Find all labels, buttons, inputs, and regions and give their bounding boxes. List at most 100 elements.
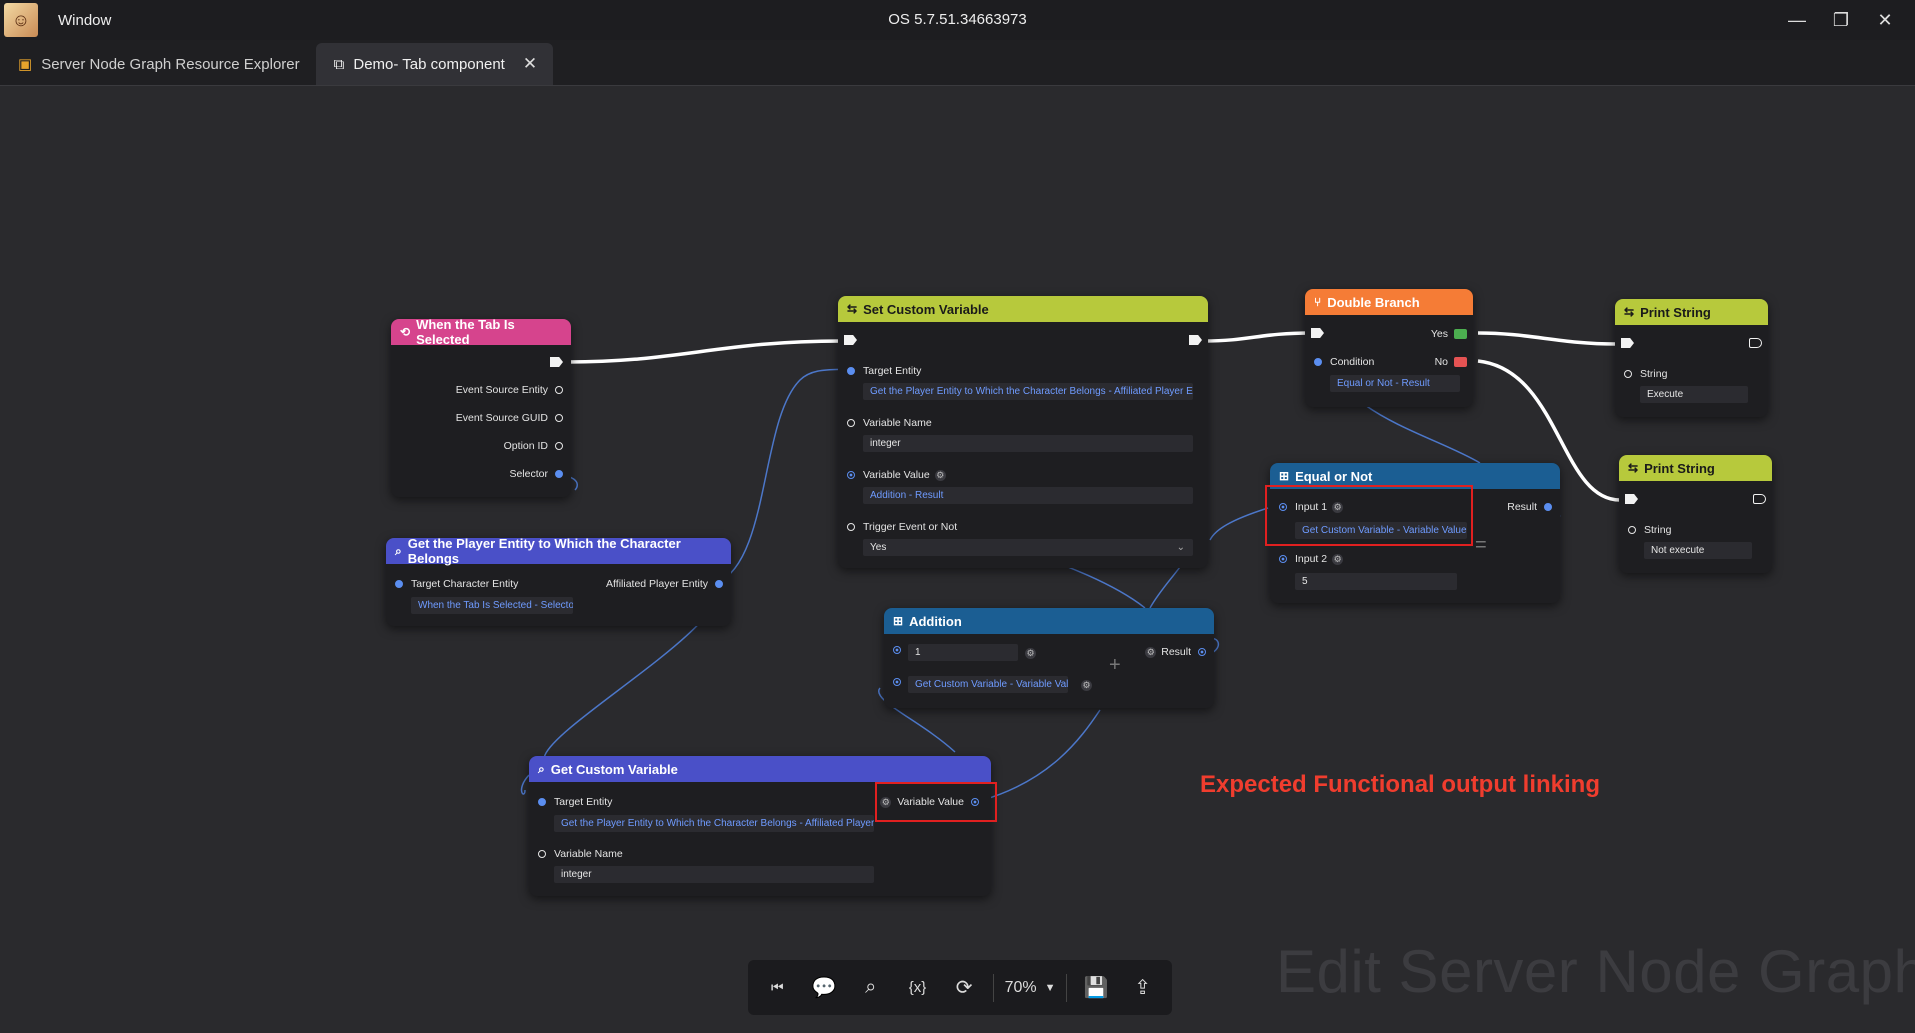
node-set-custom-variable[interactable]: ⇆ Set Custom Variable Target Entity Get … bbox=[838, 296, 1208, 568]
exec-out-pin[interactable] bbox=[1189, 335, 1202, 345]
exec-out-pin[interactable] bbox=[1753, 494, 1766, 504]
toolbar-divider bbox=[1066, 973, 1068, 1002]
output-pin[interactable] bbox=[1198, 648, 1206, 656]
input-pin[interactable] bbox=[1279, 555, 1287, 563]
node-title: Equal or Not bbox=[1295, 468, 1373, 484]
tab-resource-explorer[interactable]: ▣ Server Node Graph Resource Explorer bbox=[0, 43, 316, 85]
gear-icon[interactable]: ⚙ bbox=[880, 796, 892, 808]
app-logo-icon: ☺ bbox=[4, 3, 38, 37]
gear-icon[interactable]: ⚙ bbox=[1332, 501, 1344, 513]
comment-icon[interactable]: 💬 bbox=[806, 975, 842, 1000]
gear-icon[interactable]: ⚙ bbox=[1145, 646, 1157, 658]
input-pin[interactable] bbox=[1314, 358, 1322, 366]
input-pin[interactable] bbox=[1624, 370, 1632, 378]
input-pin[interactable] bbox=[538, 798, 546, 806]
input-pin[interactable] bbox=[395, 580, 403, 588]
node-print-string-2[interactable]: ⇆ Print String String Not execute bbox=[1619, 455, 1772, 573]
close-icon[interactable]: ✕ bbox=[1863, 4, 1907, 36]
node-title: Double Branch bbox=[1327, 294, 1420, 310]
exec-out-pin[interactable] bbox=[1749, 338, 1762, 348]
query-icon: ⌕ bbox=[538, 761, 545, 776]
input-value[interactable]: When the Tab Is Selected - Selector bbox=[411, 597, 573, 614]
input-label: String bbox=[1640, 368, 1668, 380]
tab-label: Server Node Graph Resource Explorer bbox=[41, 55, 300, 73]
input-pin[interactable] bbox=[847, 523, 855, 531]
input-pin[interactable] bbox=[1279, 503, 1287, 511]
refresh-icon[interactable]: ⟳ bbox=[946, 975, 982, 1000]
node-equal-or-not[interactable]: ⊞ Equal or Not Input 1 ⚙ Result Get Custo… bbox=[1270, 463, 1560, 603]
output-pin[interactable] bbox=[555, 386, 563, 394]
graph-icon: ⧉ bbox=[333, 55, 345, 73]
node-header: ⊞ Equal or Not bbox=[1270, 463, 1560, 489]
trigger-select[interactable]: Yes ⌄ bbox=[863, 539, 1193, 556]
gear-icon[interactable]: ⚙ bbox=[934, 469, 946, 481]
node-get-player-entity[interactable]: ⌕ Get the Player Entity to Which the Cha… bbox=[386, 536, 731, 626]
node-when-tab-selected[interactable]: ⟲ When the Tab Is Selected Event Source … bbox=[391, 317, 571, 497]
variable-icon[interactable]: {x} bbox=[899, 979, 935, 996]
exec-yes-pin[interactable] bbox=[1454, 329, 1467, 339]
input-pin[interactable] bbox=[893, 678, 901, 686]
tab-demo-component[interactable]: ⧉ Demo- Tab component ✕ bbox=[315, 43, 554, 85]
export-icon[interactable]: ⇪ bbox=[1125, 975, 1161, 1000]
input-value[interactable]: 5 bbox=[1295, 573, 1457, 590]
output-label: Result bbox=[1161, 646, 1191, 658]
node-header: ⌕ Get Custom Variable bbox=[529, 756, 991, 782]
node-header: ⑂ Double Branch bbox=[1305, 289, 1473, 315]
input-pin[interactable] bbox=[847, 419, 855, 427]
input-value[interactable]: Execute bbox=[1640, 386, 1748, 403]
output-pin[interactable] bbox=[971, 798, 979, 806]
exec-in-pin[interactable] bbox=[1621, 338, 1634, 348]
output-pin[interactable] bbox=[555, 470, 563, 478]
output-pin[interactable] bbox=[555, 414, 563, 422]
exec-in-pin[interactable] bbox=[1625, 494, 1638, 504]
input-pin[interactable] bbox=[1628, 526, 1636, 534]
input-label: Trigger Event or Not bbox=[863, 521, 958, 533]
output-pin[interactable] bbox=[1544, 503, 1552, 511]
node-print-string-1[interactable]: ⇆ Print String String Execute bbox=[1615, 299, 1768, 417]
input-label: Target Character Entity bbox=[411, 578, 519, 590]
zoom-dropdown[interactable]: 70% ▼ bbox=[1005, 979, 1056, 997]
skip-back-icon[interactable]: ⏮ bbox=[759, 979, 795, 996]
close-tab-icon[interactable]: ✕ bbox=[523, 54, 537, 74]
restore-icon[interactable]: ❐ bbox=[1819, 4, 1863, 36]
exec-in-pin[interactable] bbox=[1311, 328, 1324, 338]
output-label: Variable Value bbox=[897, 796, 964, 808]
input-value[interactable]: Equal or Not - Result bbox=[1330, 375, 1460, 392]
node-header: ⌕ Get the Player Entity to Which the Cha… bbox=[386, 536, 731, 566]
minimize-icon[interactable]: — bbox=[1775, 4, 1819, 36]
input-value[interactable]: 1 bbox=[908, 644, 1018, 661]
input-value[interactable]: integer bbox=[554, 866, 874, 883]
node-get-custom-variable[interactable]: ⌕ Get Custom Variable Target Entity ⚙ Var… bbox=[529, 756, 991, 896]
output-pin[interactable] bbox=[555, 442, 563, 450]
bottom-toolbar: ⏮ 💬 ⌕ {x} ⟳ 70% ▼ 💾 ⇪ bbox=[748, 960, 1172, 1015]
input-label: Target Entity bbox=[863, 365, 922, 377]
input-value[interactable]: Get Custom Variable - Variable Value bbox=[908, 676, 1068, 693]
input-pin[interactable] bbox=[847, 471, 855, 479]
input-label: Target Entity bbox=[554, 796, 613, 808]
input-value[interactable]: Get the Player Entity to Which the Chara… bbox=[554, 815, 874, 832]
select-value: Yes bbox=[870, 542, 887, 553]
save-icon[interactable]: 💾 bbox=[1078, 975, 1114, 1000]
exec-no-pin[interactable] bbox=[1454, 357, 1467, 367]
watermark-text: Edit Server Node Graph bbox=[1276, 938, 1915, 1005]
exec-in-pin[interactable] bbox=[844, 335, 857, 345]
input-pin[interactable] bbox=[847, 367, 855, 375]
input-value[interactable]: Addition - Result bbox=[863, 487, 1193, 504]
input-label: Variable Name bbox=[554, 848, 623, 860]
input-value[interactable]: Get Custom Variable - Variable Value bbox=[1295, 522, 1467, 539]
node-title: When the Tab Is Selected bbox=[416, 317, 515, 347]
branch-icon: ⑂ bbox=[1314, 295, 1322, 309]
exec-out-pin[interactable] bbox=[550, 357, 563, 367]
gear-icon[interactable]: ⚙ bbox=[1025, 648, 1036, 659]
input-pin[interactable] bbox=[893, 646, 901, 654]
node-double-branch[interactable]: ⑂ Double Branch Yes Condition No Equal o… bbox=[1305, 289, 1473, 407]
gear-icon[interactable]: ⚙ bbox=[1332, 553, 1344, 565]
output-pin[interactable] bbox=[715, 580, 723, 588]
input-value[interactable]: Get the Player Entity to Which the Chara… bbox=[863, 383, 1193, 400]
input-pin[interactable] bbox=[538, 850, 546, 858]
node-addition[interactable]: ⊞ Addition 1 ⚙ ⚙ Result Get Custom Variab… bbox=[884, 608, 1214, 708]
search-icon[interactable]: ⌕ bbox=[853, 976, 889, 999]
gear-icon[interactable]: ⚙ bbox=[1081, 680, 1092, 691]
input-value[interactable]: integer bbox=[863, 435, 1193, 452]
input-value[interactable]: Not execute bbox=[1644, 542, 1752, 559]
